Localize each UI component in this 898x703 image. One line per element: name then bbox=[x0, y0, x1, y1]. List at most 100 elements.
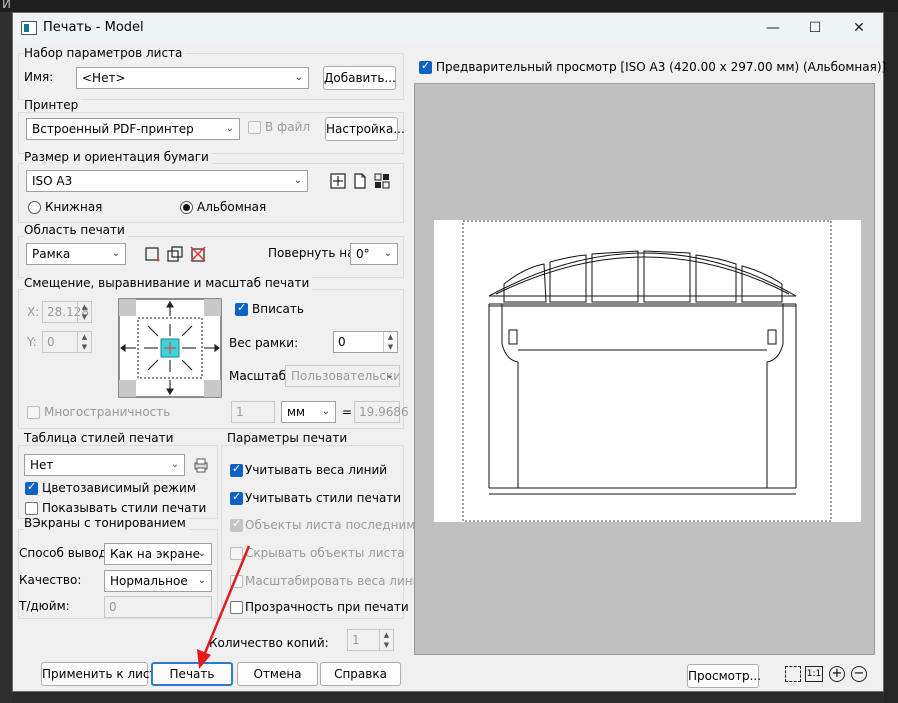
plot-options-group-label: Параметры печати bbox=[227, 431, 351, 445]
cancel-button[interactable]: Отмена bbox=[237, 662, 318, 686]
print-area-select[interactable]: Рамка ⌄ bbox=[26, 243, 126, 265]
scale-unit-value: мм bbox=[287, 405, 306, 419]
copies-value: 1 bbox=[352, 633, 360, 647]
alignment-grid[interactable] bbox=[118, 298, 222, 398]
plot-style-select[interactable]: Нет ⌄ bbox=[24, 454, 185, 476]
scale-denominator-value: 19.9686 bbox=[359, 405, 409, 419]
multipage-checkbox[interactable] bbox=[27, 406, 40, 419]
background-corner-glyph: Й bbox=[2, 0, 11, 11]
minimize-button[interactable]: — bbox=[753, 17, 793, 41]
color-dependent-label: Цветозависимый режим bbox=[42, 481, 196, 495]
maximize-button[interactable]: ☐ bbox=[795, 17, 835, 41]
spin-down-icon[interactable]: ▼ bbox=[77, 342, 91, 352]
fit-to-paper-checkbox[interactable] bbox=[235, 301, 248, 316]
help-button[interactable]: Справка bbox=[320, 662, 401, 686]
copies-field[interactable]: 1 ▲ ▼ bbox=[347, 629, 394, 651]
portrait-radio[interactable] bbox=[28, 201, 41, 214]
print-preview-area[interactable] bbox=[414, 83, 875, 655]
rotate-label: Повернуть на: bbox=[268, 246, 359, 260]
plot-option-label: Прозрачность при печати bbox=[245, 600, 409, 614]
frame-lineweight-field[interactable]: 0 ▲ ▼ bbox=[333, 331, 398, 353]
delete-window-icon[interactable] bbox=[189, 245, 207, 263]
chevron-down-icon: ⌄ bbox=[197, 548, 206, 559]
add-page-setup-button[interactable]: Добавить... bbox=[323, 66, 396, 90]
portrait-page-icon[interactable] bbox=[351, 172, 369, 190]
spin-up-icon[interactable]: ▲ bbox=[77, 302, 91, 312]
dpi-label: Т/дюйм: bbox=[19, 599, 70, 613]
scale-select[interactable]: Пользовательский ⌄ bbox=[285, 365, 400, 387]
plot-option-checkbox[interactable] bbox=[230, 462, 243, 477]
page-setup-name-select[interactable]: <Нет> ⌄ bbox=[76, 67, 309, 89]
spin-down-icon[interactable]: ▼ bbox=[77, 312, 91, 322]
chevron-down-icon: ⌄ bbox=[293, 175, 302, 186]
frame-lineweight-label: Вес рамки: bbox=[229, 336, 299, 350]
print-dialog: Печать - Model — ☐ ✕ Набор параметров ли… bbox=[12, 12, 886, 692]
plot-option-checkbox[interactable] bbox=[230, 601, 243, 614]
chevron-down-icon: ⌄ bbox=[197, 575, 206, 586]
rotate-value: 0° bbox=[356, 247, 370, 261]
x-label: X: bbox=[27, 305, 40, 319]
output-mode-select[interactable]: Как на экране ⌄ bbox=[104, 543, 212, 565]
plot-option-checkbox[interactable] bbox=[230, 575, 243, 588]
rotate-select[interactable]: 0° ⌄ bbox=[350, 243, 398, 265]
preview-checkbox[interactable] bbox=[419, 59, 432, 74]
plot-option-label: Учитывать стили печати bbox=[245, 491, 402, 505]
print-area-group-label: Область печати bbox=[24, 223, 128, 237]
copy-window-icon[interactable] bbox=[166, 245, 184, 263]
select-window-icon[interactable] bbox=[144, 245, 162, 263]
color-dependent-checkbox[interactable] bbox=[25, 480, 38, 495]
apply-to-layout-button[interactable]: Применить к листу bbox=[41, 662, 164, 686]
preview-button[interactable]: Просмотр... bbox=[687, 664, 761, 688]
plot-style-group-label: Таблица стилей печати bbox=[24, 431, 177, 445]
name-label: Имя: bbox=[24, 70, 54, 84]
paper-size-select[interactable]: ISO A3 ⌄ bbox=[26, 170, 308, 192]
y-label: Y: bbox=[27, 335, 37, 349]
zoom-in-icon[interactable]: + bbox=[829, 666, 845, 682]
plot-option-label: Масштабировать веса линий bbox=[245, 574, 429, 588]
preview-drawing bbox=[462, 220, 832, 522]
plot-style-value: Нет bbox=[30, 458, 54, 472]
paper-size-value: ISO A3 bbox=[32, 174, 73, 188]
to-file-checkbox[interactable] bbox=[248, 121, 261, 134]
printer-settings-button[interactable]: Настройка... bbox=[325, 117, 405, 141]
title-bar[interactable]: Печать - Model — ☐ ✕ bbox=[13, 13, 883, 43]
plot-option-checkbox[interactable] bbox=[230, 547, 243, 560]
spin-down-icon[interactable]: ▼ bbox=[379, 640, 393, 650]
landscape-radio[interactable] bbox=[180, 201, 193, 214]
close-button[interactable]: ✕ bbox=[839, 17, 879, 41]
spin-up-icon[interactable]: ▲ bbox=[379, 630, 393, 640]
page-grid-icon[interactable] bbox=[373, 172, 391, 190]
zoom-fit-icon[interactable] bbox=[785, 666, 801, 682]
dpi-field[interactable]: 0 bbox=[104, 596, 212, 618]
zoom-1to1-icon[interactable]: 1:1 bbox=[805, 666, 823, 682]
to-file-label: В файл bbox=[265, 120, 311, 134]
spin-up-icon[interactable]: ▲ bbox=[77, 332, 91, 342]
y-offset-field[interactable]: 0 ▲ ▼ bbox=[42, 331, 92, 353]
background-left-strip bbox=[0, 12, 12, 703]
x-offset-field[interactable]: 28.128 ▲ ▼ bbox=[42, 301, 92, 323]
spin-down-icon[interactable]: ▼ bbox=[383, 342, 397, 352]
plot-option-checkbox[interactable] bbox=[230, 517, 243, 532]
landscape-label: Альбомная bbox=[197, 200, 267, 214]
scale-numerator-field[interactable]: 1 bbox=[231, 401, 275, 423]
chevron-down-icon: ⌄ bbox=[385, 370, 394, 381]
printer-select[interactable]: Встроенный PDF-принтер ⌄ bbox=[26, 118, 240, 140]
scale-denominator-field[interactable]: 19.9686 bbox=[354, 401, 409, 423]
background-right-strip bbox=[884, 12, 898, 703]
fit-to-paper-label: Вписать bbox=[252, 302, 304, 316]
plot-style-edit-icon[interactable] bbox=[192, 456, 210, 474]
print-button[interactable]: Печать bbox=[151, 662, 233, 686]
portrait-label: Книжная bbox=[45, 200, 103, 214]
equals-sign: = bbox=[342, 405, 353, 419]
quality-select[interactable]: Нормальное ⌄ bbox=[104, 570, 212, 592]
plot-option-checkbox[interactable] bbox=[230, 490, 243, 505]
printer-group-label: Принтер bbox=[24, 98, 82, 112]
scale-unit-select[interactable]: мм ⌄ bbox=[281, 401, 336, 423]
zoom-out-icon[interactable]: − bbox=[851, 666, 867, 682]
app-window-icon bbox=[21, 21, 37, 35]
print-area-value: Рамка bbox=[32, 247, 71, 261]
show-plot-styles-checkbox[interactable] bbox=[25, 502, 38, 515]
add-page-icon[interactable] bbox=[329, 172, 347, 190]
spin-up-icon[interactable]: ▲ bbox=[383, 332, 397, 342]
scale-numerator-value: 1 bbox=[236, 405, 244, 419]
